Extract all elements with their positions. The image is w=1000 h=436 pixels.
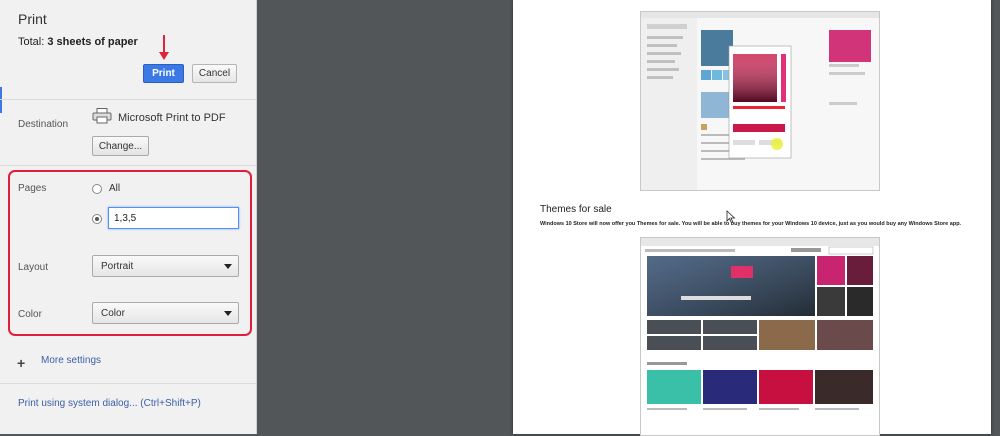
embedded-screenshot-windows-store: [640, 237, 880, 436]
preview-heading: Themes for sale: [540, 204, 612, 215]
divider: [0, 383, 256, 384]
total-label: Total:: [18, 36, 45, 48]
pages-custom-radio[interactable]: [92, 214, 102, 224]
mouse-cursor-icon: [726, 210, 736, 224]
layout-label: Layout: [18, 262, 49, 273]
plus-icon[interactable]: +: [17, 355, 25, 371]
layout-select[interactable]: Portrait: [92, 255, 239, 277]
color-label: Color: [18, 309, 42, 320]
total-value: 3 sheets of paper: [47, 36, 138, 48]
printer-icon: [92, 108, 112, 124]
change-destination-button[interactable]: Change...: [92, 136, 149, 156]
layout-selected-value: Portrait: [101, 260, 134, 272]
cancel-button[interactable]: Cancel: [192, 64, 237, 83]
dialog-title: Print: [18, 11, 47, 27]
total-sheets: Total: 3 sheets of paper: [18, 36, 138, 48]
chevron-down-icon: [224, 264, 232, 269]
destination-label: Destination: [18, 119, 69, 130]
print-settings-panel: Print Total: 3 sheets of paper Print Can…: [0, 0, 257, 434]
print-button[interactable]: Print: [143, 64, 184, 83]
color-select[interactable]: Color: [92, 302, 239, 324]
pages-all-radio[interactable]: [92, 184, 102, 194]
pages-custom-input[interactable]: 1,3,5: [108, 207, 239, 229]
system-dialog-link[interactable]: Print using system dialog... (Ctrl+Shift…: [18, 398, 201, 409]
active-edge-indicator: [0, 87, 2, 113]
pages-all-label: All: [109, 183, 121, 194]
divider: [0, 165, 256, 166]
pages-label: Pages: [18, 183, 47, 194]
divider: [0, 99, 256, 100]
preview-body-text: Windows 10 Store will now offer you Them…: [540, 221, 962, 227]
more-settings-link[interactable]: More settings: [41, 355, 101, 366]
color-selected-value: Color: [101, 307, 125, 319]
annotation-arrow-icon: [159, 35, 169, 61]
chevron-down-icon: [224, 311, 232, 316]
embedded-screenshot-color-settings: [640, 11, 880, 191]
printer-name: Microsoft Print to PDF: [118, 112, 226, 124]
